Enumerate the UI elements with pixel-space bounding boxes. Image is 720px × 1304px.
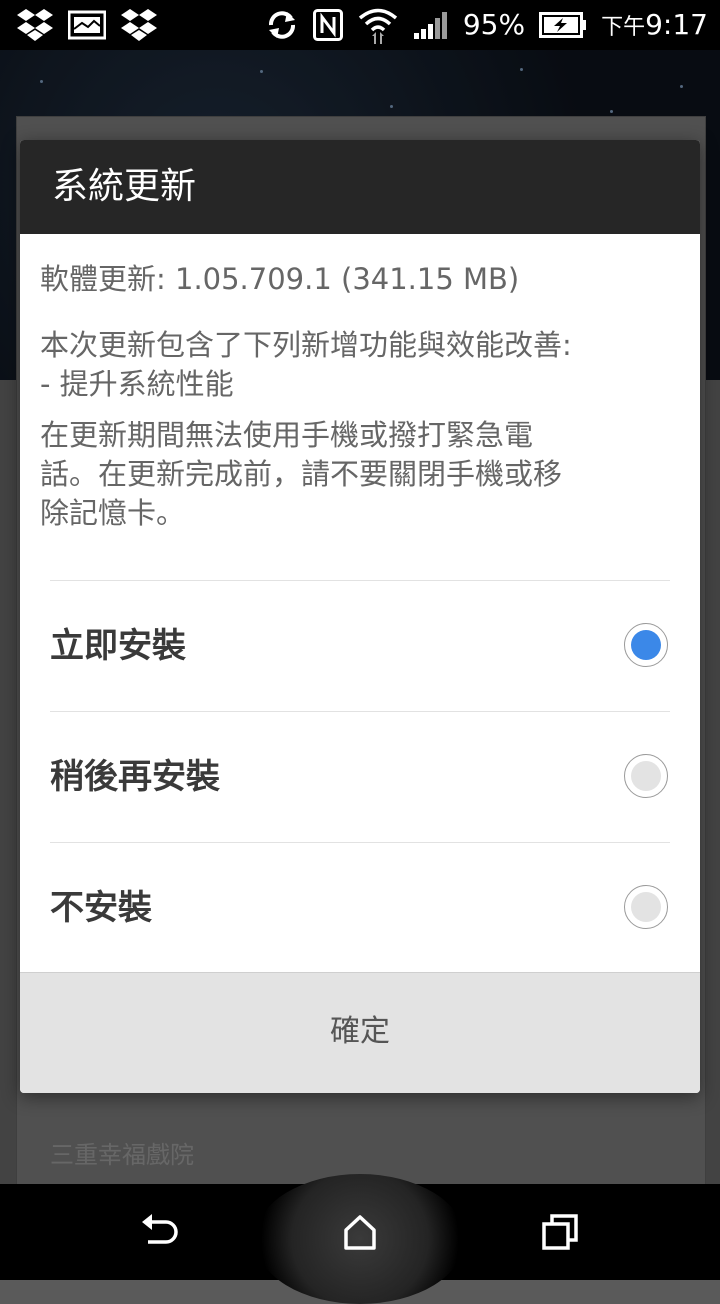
radio-button[interactable]	[624, 754, 668, 798]
option-install-now[interactable]: 立即安裝	[50, 580, 670, 711]
image-icon	[68, 10, 106, 40]
back-icon[interactable]	[138, 1212, 182, 1252]
confirm-button[interactable]: 確定	[20, 972, 700, 1093]
update-warning: 在更新期間無法使用手機或撥打緊急電 話。在更新完成前，請不要關閉手機或移 除記憶…	[40, 416, 680, 533]
notification-icons	[16, 7, 158, 43]
dialog-body: 軟體更新: 1.05.709.1 (341.15 MB) 本次更新包含了下列新增…	[20, 234, 700, 533]
clock: 下午9:17	[601, 11, 708, 39]
home-icon[interactable]	[338, 1212, 382, 1252]
navigation-bar	[0, 1174, 720, 1304]
status-bar: 95% 下午9:17	[0, 0, 720, 50]
clock-time: 9:17	[645, 8, 708, 41]
dropbox-icon	[17, 9, 53, 41]
battery-charging-icon	[539, 12, 587, 38]
description-line: 本次更新包含了下列新增功能與效能改善:	[40, 328, 572, 362]
install-options: 立即安裝 稍後再安裝 不安裝	[50, 580, 670, 973]
system-status: 95% 下午9:17	[265, 0, 708, 50]
battery-percent: 95%	[462, 8, 526, 41]
option-install-later[interactable]: 稍後再安裝	[50, 711, 670, 842]
system-update-dialog: 系統更新 軟體更新: 1.05.709.1 (341.15 MB) 本次更新包含…	[20, 140, 700, 1093]
update-version: 軟體更新: 1.05.709.1 (341.15 MB)	[40, 262, 520, 296]
warning-line: 在更新期間無法使用手機或撥打緊急電	[40, 418, 534, 452]
option-label: 立即安裝	[50, 626, 186, 666]
dialog-title: 系統更新	[20, 140, 700, 234]
warning-line: 話。在更新完成前，請不要關閉手機或移	[40, 457, 563, 491]
update-description: 本次更新包含了下列新增功能與效能改善: - 提升系統性能	[40, 326, 680, 404]
wifi-icon	[358, 8, 397, 44]
warning-line: 除記憶卡。	[40, 496, 186, 530]
clock-ampm: 下午	[601, 15, 646, 40]
description-line: - 提升系統性能	[40, 367, 234, 401]
option-label: 稍後再安裝	[50, 757, 220, 797]
radio-button-selected[interactable]	[624, 623, 668, 667]
dropbox-icon	[121, 9, 157, 41]
recent-apps-icon[interactable]	[538, 1212, 582, 1252]
option-do-not-install[interactable]: 不安裝	[50, 842, 670, 973]
option-label: 不安裝	[50, 888, 152, 928]
signal-icon	[413, 12, 447, 39]
radio-button[interactable]	[624, 885, 668, 929]
nfc-icon	[312, 9, 343, 41]
sync-icon	[268, 11, 295, 39]
